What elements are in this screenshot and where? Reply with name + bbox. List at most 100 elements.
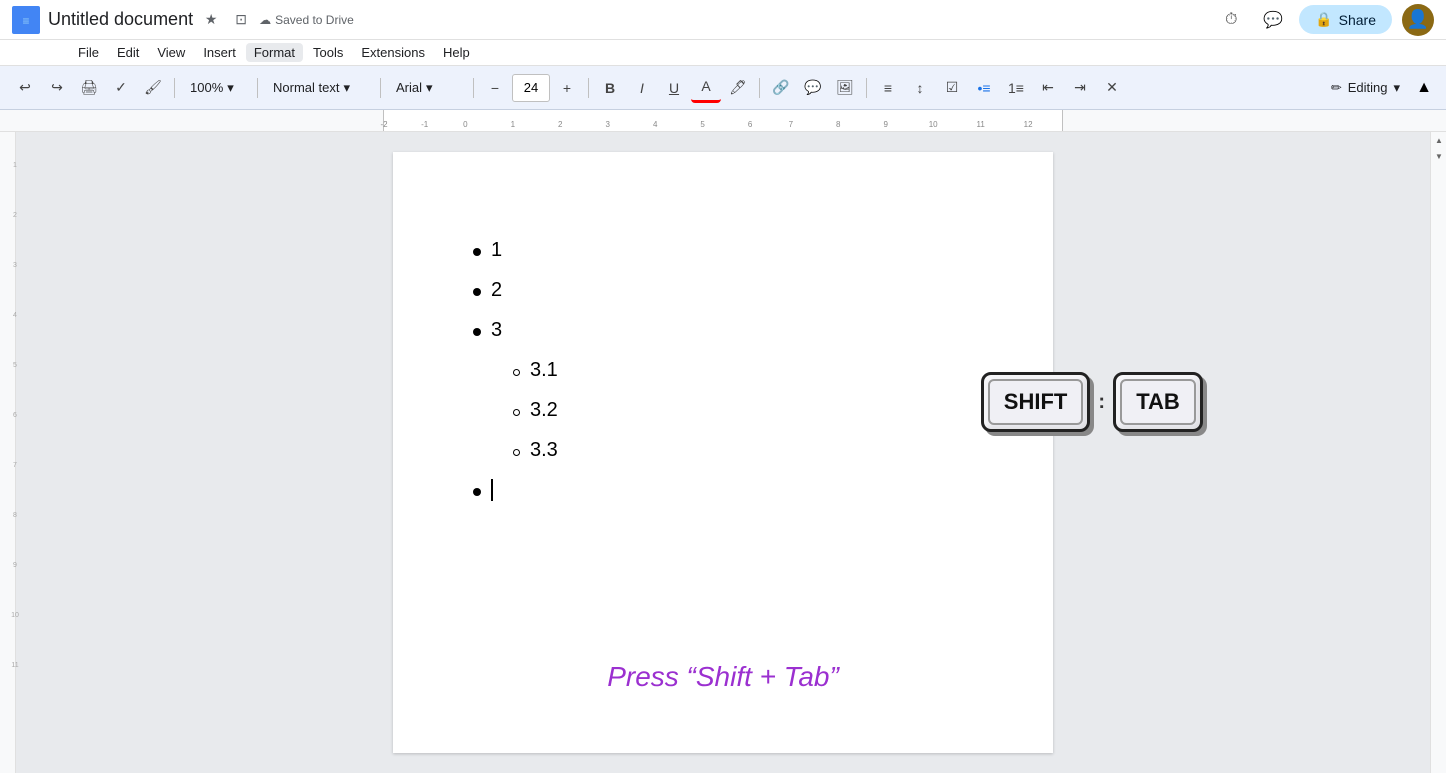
clear-format-button[interactable]: ✕	[1097, 73, 1127, 103]
menu-help[interactable]: Help	[435, 43, 478, 62]
shift-key: SHIFT	[981, 372, 1091, 432]
keyboard-overlay: SHIFT : TAB	[981, 372, 1203, 432]
undo-button[interactable]: ↩	[10, 73, 40, 103]
doc-title[interactable]: Untitled document	[48, 9, 193, 30]
menu-file[interactable]: File	[70, 43, 107, 62]
bullet-dot	[473, 488, 481, 496]
font-size-decrease[interactable]: −	[480, 73, 510, 103]
plus-separator: :	[1098, 391, 1105, 414]
numbered-list-button[interactable]: 1≡	[1001, 73, 1031, 103]
print-button[interactable]: 🖨	[74, 73, 104, 103]
cloud-icon: ☁	[259, 13, 271, 27]
item-text-2: 2	[491, 272, 502, 308]
item-text-32: 3.2	[530, 392, 558, 428]
font-size-controls: − +	[480, 73, 582, 103]
chevron-down-icon-3: ▾	[426, 80, 433, 96]
main-area: 1 2 3 4 5 6 7 8 9 10 11 1 2	[0, 132, 1446, 773]
avatar[interactable]: 👤	[1402, 4, 1434, 36]
ruler-inner: -2 -1 0 1 2 3 4 5 6 7 8 9 10 11 12	[383, 110, 1063, 131]
bold-button[interactable]: B	[595, 73, 625, 103]
toolbar: ↩ ↪ 🖨 ✓ 🖌 100% ▾ Normal text ▾ Arial ▾ −…	[0, 66, 1446, 110]
ruler: -2 -1 0 1 2 3 4 5 6 7 8 9 10 11 12	[0, 110, 1446, 132]
bullet-circle	[513, 409, 520, 416]
italic-button[interactable]: I	[627, 73, 657, 103]
text-cursor	[491, 479, 493, 501]
paint-format-button[interactable]: 🖌	[138, 73, 168, 103]
folder-icon[interactable]: ⊡	[229, 8, 253, 32]
right-scrollbar[interactable]: ▲ ▼	[1430, 132, 1446, 773]
font-size-increase[interactable]: +	[552, 73, 582, 103]
menu-bar: File Edit View Insert Format Tools Exten…	[0, 40, 1446, 66]
checklist-button[interactable]: ☑	[937, 73, 967, 103]
header-right: ⏱ 💬 🔒 Share 👤	[1215, 4, 1434, 36]
item-text-1: 1	[491, 232, 502, 268]
saved-status: ☁ Saved to Drive	[259, 13, 354, 27]
scroll-down-button[interactable]: ▼	[1431, 148, 1446, 164]
title-bar: Untitled document ★ ⊡ ☁ Saved to Drive ⏱…	[0, 0, 1446, 40]
separator-7	[866, 78, 867, 98]
scroll-up-button[interactable]: ▲	[1431, 132, 1446, 148]
item-text-cursor	[491, 472, 493, 508]
chevron-down-icon-4: ▾	[1393, 80, 1400, 96]
bullet-dot	[473, 328, 481, 336]
left-ruler: 1 2 3 4 5 6 7 8 9 10 11	[0, 132, 16, 773]
lock-icon: 🔒	[1315, 11, 1332, 28]
font-dropdown[interactable]: Arial ▾	[387, 73, 467, 103]
bullet-dot	[473, 248, 481, 256]
indent-increase-button[interactable]: ⇥	[1065, 73, 1095, 103]
separator-1	[174, 78, 175, 98]
comment-inline-button[interactable]: 💬	[798, 73, 828, 103]
document-page: 1 2 3 3.1 3.2	[393, 152, 1053, 753]
highlight-button[interactable]: 🖊	[723, 73, 753, 103]
item-text-33: 3.3	[530, 432, 558, 468]
separator-4	[473, 78, 474, 98]
collapse-toolbar-button[interactable]: ▲	[1412, 76, 1436, 100]
menu-tools[interactable]: Tools	[305, 43, 351, 62]
list-item: 2	[473, 272, 973, 308]
line-spacing-button[interactable]: ↕	[905, 73, 935, 103]
tab-key: TAB	[1113, 372, 1203, 432]
press-shortcut-text: Press “Shift + Tab”	[607, 661, 839, 693]
redo-button[interactable]: ↪	[42, 73, 72, 103]
list-item: 1	[473, 232, 973, 268]
menu-insert[interactable]: Insert	[195, 43, 244, 62]
title-section: Untitled document ★ ⊡ ☁ Saved to Drive	[48, 8, 1207, 32]
menu-extensions[interactable]: Extensions	[353, 43, 433, 62]
indent-decrease-button[interactable]: ⇤	[1033, 73, 1063, 103]
menu-view[interactable]: View	[149, 43, 193, 62]
chevron-down-icon: ▾	[227, 80, 234, 96]
chevron-down-icon-2: ▾	[343, 80, 350, 96]
separator-5	[588, 78, 589, 98]
style-dropdown[interactable]: Normal text ▾	[264, 73, 374, 103]
item-text-3: 3	[491, 312, 502, 348]
list-item-cursor	[473, 472, 973, 508]
item-text-31: 3.1	[530, 352, 558, 388]
pencil-icon: ✏	[1331, 80, 1342, 96]
doc-icon	[12, 6, 40, 34]
share-button[interactable]: 🔒 Share	[1299, 5, 1392, 34]
star-icon[interactable]: ★	[199, 8, 223, 32]
font-size-input[interactable]	[512, 74, 550, 102]
bullet-dot	[473, 288, 481, 296]
bullet-list: 1 2 3 3.1 3.2	[473, 232, 973, 508]
list-item: 3.1	[473, 352, 973, 388]
separator-3	[380, 78, 381, 98]
align-button[interactable]: ≡	[873, 73, 903, 103]
history-button[interactable]: ⏱	[1215, 4, 1247, 36]
doc-canvas[interactable]: 1 2 3 3.1 3.2	[16, 132, 1430, 773]
editing-mode-button[interactable]: ✏ Editing ▾	[1321, 76, 1410, 100]
bullet-circle	[513, 369, 520, 376]
list-item: 3.2	[473, 392, 973, 428]
underline-button[interactable]: U	[659, 73, 689, 103]
separator-2	[257, 78, 258, 98]
bullet-list-button[interactable]: •≡	[969, 73, 999, 103]
comment-button[interactable]: 💬	[1257, 4, 1289, 36]
menu-edit[interactable]: Edit	[109, 43, 147, 62]
text-color-button[interactable]: A	[691, 73, 721, 103]
zoom-dropdown[interactable]: 100% ▾	[181, 73, 251, 103]
spellcheck-button[interactable]: ✓	[106, 73, 136, 103]
menu-format[interactable]: Format	[246, 43, 303, 62]
list-item: 3	[473, 312, 973, 348]
link-button[interactable]: 🔗	[766, 73, 796, 103]
image-button[interactable]: 🖼	[830, 73, 860, 103]
